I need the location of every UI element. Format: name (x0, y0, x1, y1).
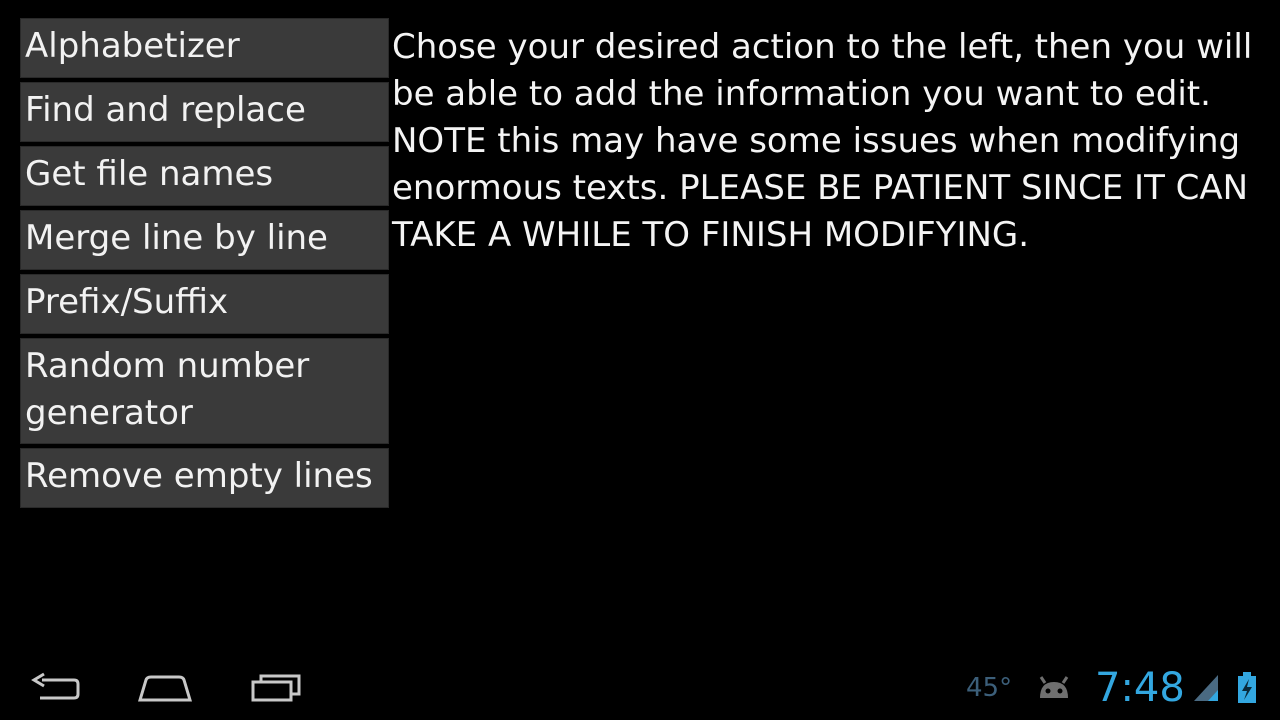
instructions-text: Chose your desired action to the left, t… (392, 27, 1253, 255)
menu-item-merge-line-by-line[interactable]: Merge line by line (20, 210, 389, 270)
home-icon (137, 675, 193, 702)
recent-apps-icon (251, 674, 301, 702)
home-button[interactable] (137, 670, 193, 704)
menu-item-alphabetizer[interactable]: Alphabetizer (20, 18, 389, 78)
menu-item-prefix-suffix[interactable]: Prefix/Suffix (20, 274, 389, 334)
clock: 7:48 (1095, 665, 1185, 711)
system-navigation-bar: 45° 7:48 (0, 656, 1280, 720)
battery-charging-icon (1236, 656, 1258, 720)
android-debug-icon (1036, 656, 1072, 720)
menu-item-random-number-generator[interactable]: Random number generator (20, 338, 389, 444)
recent-apps-button[interactable] (250, 670, 302, 704)
menu-item-get-file-names[interactable]: Get file names (20, 146, 389, 206)
back-icon (31, 672, 80, 700)
weather-temperature: 45° (966, 673, 1013, 703)
menu-item-find-and-replace[interactable]: Find and replace (20, 82, 389, 142)
app-screen: Alphabetizer Find and replace Get file n… (0, 0, 1280, 720)
back-button[interactable] (30, 670, 80, 704)
menu-item-remove-empty-lines[interactable]: Remove empty lines (20, 448, 389, 508)
signal-icon (1192, 656, 1220, 720)
action-menu: Alphabetizer Find and replace Get file n… (20, 18, 389, 508)
